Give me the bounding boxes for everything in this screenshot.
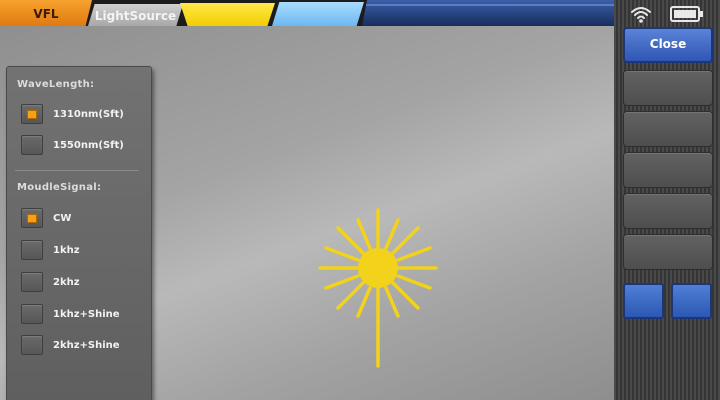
wavelength-option-1550[interactable]: 1550nm(Sft)	[21, 134, 149, 156]
checkbox[interactable]	[21, 135, 43, 155]
side-button-3[interactable]	[623, 152, 713, 188]
checkbox[interactable]	[21, 240, 43, 260]
option-label: 1310nm(Sft)	[53, 108, 124, 120]
signal-option-cw[interactable]: CW	[21, 207, 149, 229]
laser-icon	[318, 208, 438, 368]
option-label: CW	[53, 212, 72, 224]
option-label: 1khz+Shine	[53, 308, 120, 320]
wavelength-heading: WaveLength:	[17, 79, 95, 90]
signal-heading: MoudleSignal:	[17, 182, 102, 193]
tab-light-blue[interactable]	[272, 2, 364, 26]
wifi-icon	[631, 7, 651, 23]
divider	[15, 170, 139, 171]
checkbox[interactable]	[21, 304, 43, 324]
blue-square-button-left[interactable]	[623, 283, 664, 319]
status-bar	[630, 4, 716, 24]
checkbox[interactable]	[21, 335, 43, 355]
checked-indicator	[27, 109, 37, 119]
tab-vfl[interactable]: VFL	[0, 0, 92, 26]
side-button-1[interactable]	[623, 70, 713, 106]
right-sidebar: Close	[614, 0, 720, 400]
checkbox[interactable]	[21, 208, 43, 228]
option-label: 2khz+Shine	[53, 339, 120, 351]
checked-indicator	[27, 213, 37, 223]
blue-square-button-right[interactable]	[671, 283, 712, 319]
option-label: 1khz	[53, 244, 80, 256]
wavelength-option-1310[interactable]: 1310nm(Sft)	[21, 103, 149, 125]
option-label: 2khz	[53, 276, 80, 288]
side-button-2[interactable]	[623, 111, 713, 147]
signal-option-1khz[interactable]: 1khz	[21, 239, 149, 261]
side-button-5[interactable]	[623, 234, 713, 270]
close-button[interactable]: Close	[623, 27, 713, 63]
battery-icon	[670, 6, 703, 22]
tab-dark-blue[interactable]	[362, 0, 614, 26]
options-panel: WaveLength: 1310nm(Sft) 1550nm(Sft) Moud…	[6, 66, 152, 400]
tab-bar: VFL LightSource	[0, 0, 614, 26]
signal-option-2khz[interactable]: 2khz	[21, 271, 149, 293]
tab-yellow[interactable]	[180, 3, 275, 26]
checkbox[interactable]	[21, 104, 43, 124]
tab-lightsource[interactable]: LightSource	[88, 4, 183, 26]
signal-option-1khz-shine[interactable]: 1khz+Shine	[21, 303, 149, 325]
side-button-4[interactable]	[623, 193, 713, 229]
signal-option-2khz-shine[interactable]: 2khz+Shine	[21, 334, 149, 356]
checkbox[interactable]	[21, 272, 43, 292]
main-content: WaveLength: 1310nm(Sft) 1550nm(Sft) Moud…	[0, 26, 614, 400]
option-label: 1550nm(Sft)	[53, 139, 124, 151]
